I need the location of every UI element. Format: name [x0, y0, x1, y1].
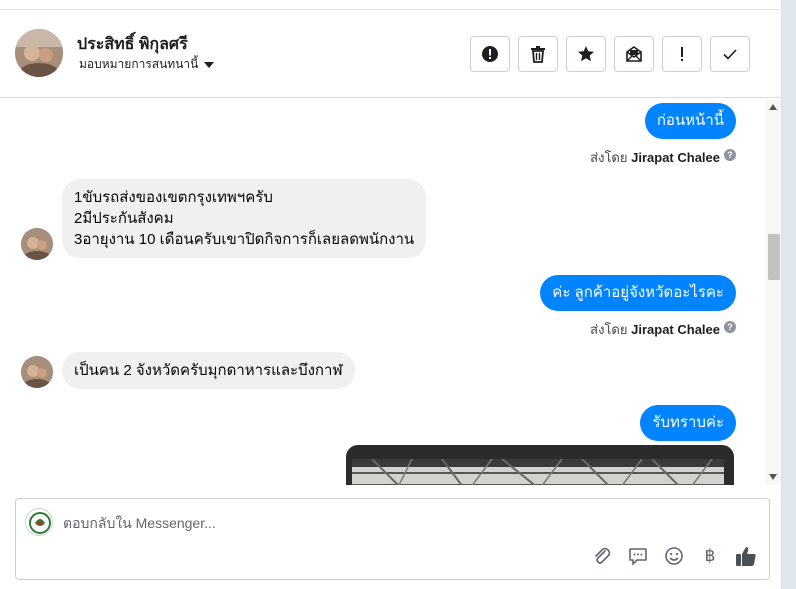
message-list: ก่อนหน้านี้ ส่งโดย Jirapat Chalee ? 1ขับ…: [0, 99, 766, 485]
exclamation-icon: [681, 47, 683, 61]
page-avatar: [25, 508, 53, 536]
paperclip-icon: [595, 547, 611, 564]
emoji-button[interactable]: [663, 545, 685, 567]
sent-by-label: ส่งโดย Jirapat Chalee: [590, 147, 720, 168]
header-actions: [470, 36, 750, 72]
follow-up-button[interactable]: [662, 36, 702, 72]
outgoing-message: ก่อนหน้านี้: [644, 103, 736, 139]
message-scrollbar[interactable]: [766, 99, 780, 485]
chat-bubble-icon: [629, 548, 647, 565]
like-button[interactable]: [735, 545, 757, 567]
help-icon[interactable]: ?: [724, 149, 736, 161]
message-line: 3อายุงาน 10 เดือนครับเขาปิดกิจการก็เลยลด…: [74, 231, 415, 248]
delete-button[interactable]: [518, 36, 558, 72]
saved-replies-button[interactable]: [627, 545, 649, 567]
alert-icon: [482, 46, 498, 62]
sender-name: Jirapat Chalee: [631, 150, 720, 165]
assign-label: มอบหมายการสนทนานี้: [79, 57, 199, 71]
incoming-message: 1ขับรถส่งของเขตกรุงเทพฯครับ 2มีประกันสัง…: [62, 179, 427, 258]
contact-name[interactable]: ประสิทธิ์ พิกุลศรี: [77, 32, 188, 57]
mail-open-icon: [626, 46, 642, 62]
mark-done-button[interactable]: [710, 36, 750, 72]
message-line: 1ขับรถส่งของเขตกรุงเทพฯครับ: [74, 189, 273, 206]
alert-button[interactable]: [470, 36, 510, 72]
sent-by-prefix: ส่งโดย: [590, 150, 628, 165]
contact-avatar-small: [21, 228, 53, 260]
outgoing-message: รับทราบค่ะ: [640, 405, 736, 441]
mark-unread-button[interactable]: [614, 36, 654, 72]
outgoing-message: ค่ะ ลูกค้าอยู่จังหวัดอะไรคะ: [540, 275, 736, 311]
contact-avatar-small: [21, 356, 53, 388]
baht-icon: ฿: [704, 546, 716, 566]
reply-input[interactable]: [63, 513, 563, 533]
composer-tools: ฿: [591, 545, 757, 567]
trash-icon: [531, 46, 545, 63]
assign-conversation-dropdown[interactable]: มอบหมายการสนทนานี้: [79, 55, 215, 74]
attach-button[interactable]: [591, 545, 613, 567]
attachment-image: [352, 459, 724, 485]
conversation-panel: ประสิทธิ์ พิกุลศรี มอบหมายการสนทนานี้ ก่…: [0, 0, 782, 589]
scroll-down-arrow-icon[interactable]: [769, 474, 777, 480]
thumbs-up-icon: [736, 547, 756, 566]
scrollbar-thumb[interactable]: [768, 234, 780, 280]
sent-by-label: ส่งโดย Jirapat Chalee: [590, 319, 720, 340]
scroll-up-arrow-icon[interactable]: [769, 104, 777, 110]
contact-avatar[interactable]: [15, 29, 63, 77]
star-icon: [578, 46, 594, 62]
message-line: 2มีประกันสังคม: [74, 210, 174, 227]
smile-icon: [665, 547, 683, 565]
star-button[interactable]: [566, 36, 606, 72]
payment-button[interactable]: ฿: [699, 545, 721, 567]
help-icon[interactable]: ?: [724, 321, 736, 333]
sender-name: Jirapat Chalee: [631, 322, 720, 337]
image-attachment[interactable]: [346, 445, 734, 485]
incoming-message: เป็นคน 2 จังหวัดครับมุกดาหารและบึงกาฬ: [62, 352, 355, 389]
sent-by-prefix: ส่งโดย: [590, 322, 628, 337]
check-icon: [723, 49, 737, 60]
conversation-header: ประสิทธิ์ พิกุลศรี มอบหมายการสนทนานี้: [0, 10, 782, 98]
caret-down-icon: [204, 61, 215, 68]
window-edge: [782, 0, 796, 589]
reply-composer: ฿: [15, 498, 770, 580]
